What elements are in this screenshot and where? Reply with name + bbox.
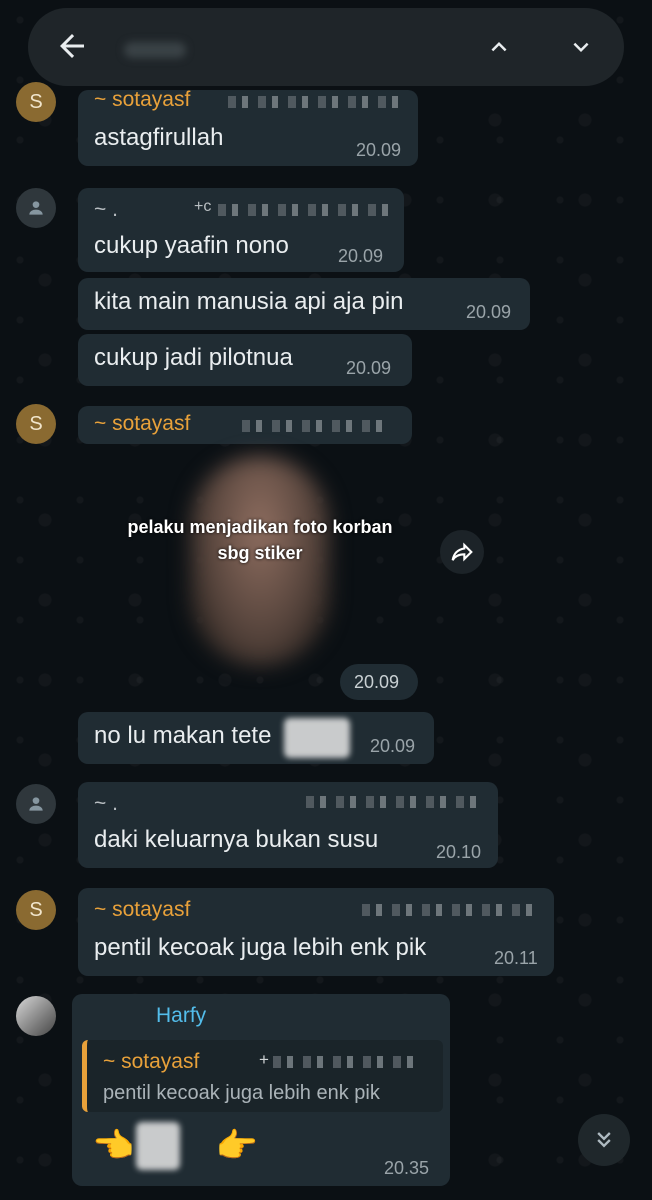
search-bar [28,8,624,86]
message-time: 20.35 [384,1158,430,1178]
sticker-image[interactable]: pelaku menjadikan foto korban sbg stiker [127,446,393,676]
message-time: 20.10 [436,842,482,862]
person-icon [29,201,43,215]
message-time: 20.09 [354,672,400,692]
phone-number-redacted [218,204,388,216]
quoted-sender: ~ sotayasf [103,1050,200,1073]
censored-emoji [136,1122,180,1170]
message-sender: ~ sotayasf [94,412,191,435]
avatar[interactable]: S [16,82,56,122]
message-bubble[interactable]: ~ . +c cukup yaafin nono 20.09 [78,188,404,272]
avatar[interactable]: S [16,890,56,930]
message-bubble[interactable]: ~ . daki keluarnya bukan susu 20.10 [78,782,498,868]
phone-number-redacted [242,420,392,432]
message-bubble[interactable]: ~ sotayasf astagfirullah 20.09 [78,88,418,166]
message-time: 20.09 [346,358,392,378]
chevron-down-icon[interactable] [566,32,596,62]
sticker-time-pill: 20.09 [340,664,418,700]
message-sender: ~ . [94,792,118,815]
double-chevron-down-icon [597,1132,611,1148]
chevron-up-icon[interactable] [484,32,514,62]
forward-icon [451,542,473,562]
message-sender: ~ sotayasf [94,898,191,921]
message-text: daki keluarnya bukan susu [94,826,379,853]
message-time: 20.09 [356,140,402,160]
message-sender-bubble[interactable]: ~ sotayasf [78,406,412,444]
message-text: cukup jadi pilotnua [94,344,293,371]
avatar[interactable] [16,996,56,1036]
quoted-phone-prefix: + [259,1050,269,1069]
quoted-message[interactable]: ~ sotayasf + pentil kecoak juga lebih en… [82,1040,443,1112]
avatar[interactable] [16,784,56,824]
message-sender: ~ . [94,198,118,221]
message-bubble[interactable]: no lu makan tete 20.09 [78,712,434,764]
scroll-to-bottom-button[interactable] [578,1114,630,1166]
message-text: no lu makan tete [94,722,272,749]
person-icon [29,797,43,811]
phone-number-redacted [273,1056,423,1068]
avatar[interactable] [16,188,56,228]
arrow-left-icon[interactable] [54,28,90,64]
message-sender: Harfy [156,1004,207,1027]
forward-button[interactable] [440,530,484,574]
message-sender: ~ sotayasf [94,88,191,111]
message-time: 20.09 [466,302,512,322]
message-time: 20.09 [338,246,384,266]
message-bubble[interactable]: cukup jadi pilotnua 20.09 [78,334,412,386]
message-text: astagfirullah [94,124,224,151]
censored-word [284,718,350,758]
phone-number-redacted [228,96,398,108]
message-sender-phone: +c [194,198,212,215]
phone-number-redacted [362,904,538,916]
message-text: 👈 👉 [92,1127,295,1165]
sticker-caption: pelaku menjadikan foto korban sbg stiker [127,517,393,563]
message-text: pentil kecoak juga lebih enk pik [94,934,427,961]
message-time: 20.09 [370,736,416,756]
phone-number-redacted [306,796,478,808]
message-time: 20.11 [494,948,538,968]
message-text: kita main manusia api aja pin [94,288,404,315]
message-bubble[interactable]: kita main manusia api aja pin 20.09 [78,278,530,330]
quoted-text: pentil kecoak juga lebih enk pik [103,1082,380,1104]
message-bubble[interactable]: ~ sotayasf pentil kecoak juga lebih enk … [78,888,554,976]
search-query-blurred [124,42,186,58]
message-text: cukup yaafin nono [94,232,289,259]
avatar[interactable]: S [16,404,56,444]
